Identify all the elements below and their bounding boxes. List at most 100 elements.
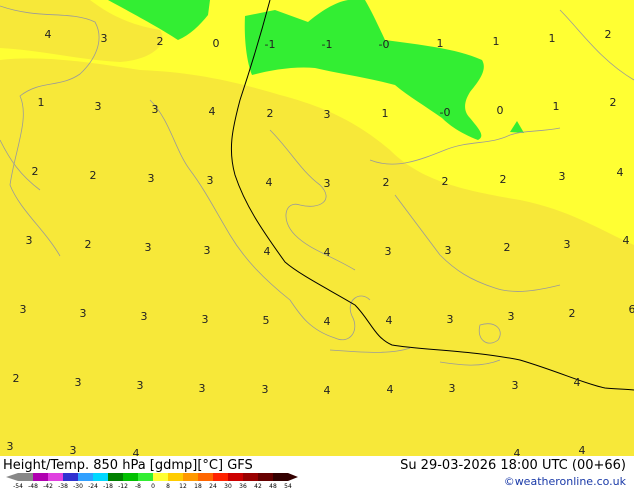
- colorbar-swatch: [123, 473, 138, 481]
- colorbar-tick-label: -42: [43, 483, 53, 490]
- colorbar-left-arrow: [6, 473, 18, 481]
- temperature-value-label: 3: [20, 303, 27, 316]
- temperature-value-label: 3: [447, 313, 454, 326]
- temperature-value-label: 4: [266, 176, 273, 189]
- temperature-value-label: 2: [610, 96, 617, 109]
- temperature-value-label: 2: [500, 173, 507, 186]
- temperature-value-label: 2: [605, 28, 612, 41]
- temperature-value-label: 4: [579, 444, 586, 456]
- temperature-value-label: 3: [101, 32, 108, 45]
- temperature-value-label: 6: [629, 303, 634, 316]
- temperature-value-label: 4: [45, 28, 52, 41]
- temperature-value-label: 3: [324, 108, 331, 121]
- temperature-value-label: 3: [152, 103, 159, 116]
- temperature-value-label: 3: [559, 170, 566, 183]
- temperature-value-label: -1: [265, 38, 276, 51]
- colorbar-swatch: [258, 473, 273, 481]
- colorbar-swatch: [78, 473, 93, 481]
- temperature-value-label: 2: [32, 165, 39, 178]
- temperature-value-label: 1: [38, 96, 45, 109]
- forecast-datetime: Su 29-03-2026 18:00 UTC (00+66): [400, 458, 626, 473]
- temperature-value-label: 4: [133, 447, 140, 456]
- colorbar-swatch: [168, 473, 183, 481]
- colorbar-tick-label: -30: [73, 483, 83, 490]
- temperature-value-label: 3: [75, 376, 82, 389]
- temperature-value-label: 1: [553, 100, 560, 113]
- colorbar-tick-label: 24: [209, 483, 217, 490]
- colorbar-tick-label: 0: [151, 483, 155, 490]
- temperature-value-label: 3: [512, 379, 519, 392]
- temperature-value-label: -0: [379, 38, 390, 51]
- temperature-value-label: 4: [574, 376, 581, 389]
- temperature-value-label: -1: [322, 38, 333, 51]
- colorbar-swatch: [198, 473, 213, 481]
- colorbar-tick-label: 36: [239, 483, 247, 490]
- temperature-value-label: 4: [514, 447, 521, 456]
- temperature-value-label: 4: [324, 315, 331, 328]
- colorbar-swatch: [33, 473, 48, 481]
- colorbar-swatch: [63, 473, 78, 481]
- colorbar-swatch: [108, 473, 123, 481]
- temperature-value-label: 3: [7, 440, 14, 453]
- colorbar-tick-label: -54: [13, 483, 23, 490]
- temperature-value-label: 3: [508, 310, 515, 323]
- temperature-value-label: 3: [141, 310, 148, 323]
- temperature-value-label: 3: [202, 313, 209, 326]
- colorbar-tick-label: 12: [179, 483, 187, 490]
- colorbar-tick-label: -24: [88, 483, 98, 490]
- weather-map: 4320-1-1-011121334231-001222334322234323…: [0, 0, 634, 456]
- temperature-value-label: 1: [437, 37, 444, 50]
- colorbar-legend: -54-48-42-38-30-24-18-12-808121824303642…: [0, 472, 300, 490]
- colorbar-tick-label: 8: [166, 483, 170, 490]
- colorbar-swatch: [18, 473, 33, 481]
- temperature-value-label: 2: [85, 238, 92, 251]
- temperature-value-label: 3: [204, 244, 211, 257]
- temperature-value-label: 2: [442, 175, 449, 188]
- temperature-value-label: 2: [383, 176, 390, 189]
- temperature-value-label: 1: [549, 32, 556, 45]
- temperature-value-label: 4: [387, 383, 394, 396]
- temperature-value-label: 1: [382, 107, 389, 120]
- temperature-value-label: 0: [497, 104, 504, 117]
- temperature-value-label: 0: [213, 37, 220, 50]
- temperature-value-label: 3: [70, 444, 77, 456]
- temperature-value-label: 3: [564, 238, 571, 251]
- temperature-value-label: 3: [148, 172, 155, 185]
- temperature-value-label: 5: [263, 314, 270, 327]
- temperature-value-label: 3: [262, 383, 269, 396]
- temperature-value-label: 4: [324, 246, 331, 259]
- temperature-value-label: 2: [569, 307, 576, 320]
- temperature-value-label: 2: [504, 241, 511, 254]
- colorbar-swatch: [48, 473, 63, 481]
- credit-link[interactable]: ©weatheronline.co.uk: [504, 475, 626, 488]
- temperature-value-label: 3: [199, 382, 206, 395]
- temperature-value-label: 3: [80, 307, 87, 320]
- temperature-value-label: 2: [157, 35, 164, 48]
- temperature-value-label: 3: [445, 244, 452, 257]
- temperature-value-label: 4: [324, 384, 331, 397]
- temperature-value-label: 3: [137, 379, 144, 392]
- colorbar-swatch: [273, 473, 288, 481]
- temperature-value-label: 2: [90, 169, 97, 182]
- colorbar-right-arrow: [288, 473, 298, 481]
- colorbar-swatch: [93, 473, 108, 481]
- temperature-value-label: 4: [623, 234, 630, 247]
- temperature-value-label: 4: [617, 166, 624, 179]
- colorbar-tick-label: -48: [28, 483, 38, 490]
- colorbar-tick-label: 18: [194, 483, 202, 490]
- temperature-value-label: 3: [145, 241, 152, 254]
- colorbar-tick-label: -12: [118, 483, 128, 490]
- colorbar-swatch: [183, 473, 198, 481]
- temperature-value-label: 4: [264, 245, 271, 258]
- temperature-value-label: 4: [386, 314, 393, 327]
- colorbar-swatch: [153, 473, 168, 481]
- temperature-value-label: -0: [440, 106, 451, 119]
- temperature-value-label: 3: [385, 245, 392, 258]
- colorbar-tick-label: -38: [58, 483, 68, 490]
- colorbar-tick-label: -8: [135, 483, 141, 490]
- colorbar-tick-label: 54: [284, 483, 292, 490]
- colorbar-tick-label: 48: [269, 483, 277, 490]
- colorbar-tick-label: -18: [103, 483, 113, 490]
- map-footer: Height/Temp. 850 hPa [gdmp][°C] GFS Su 2…: [0, 456, 634, 490]
- temperature-value-label: 2: [13, 372, 20, 385]
